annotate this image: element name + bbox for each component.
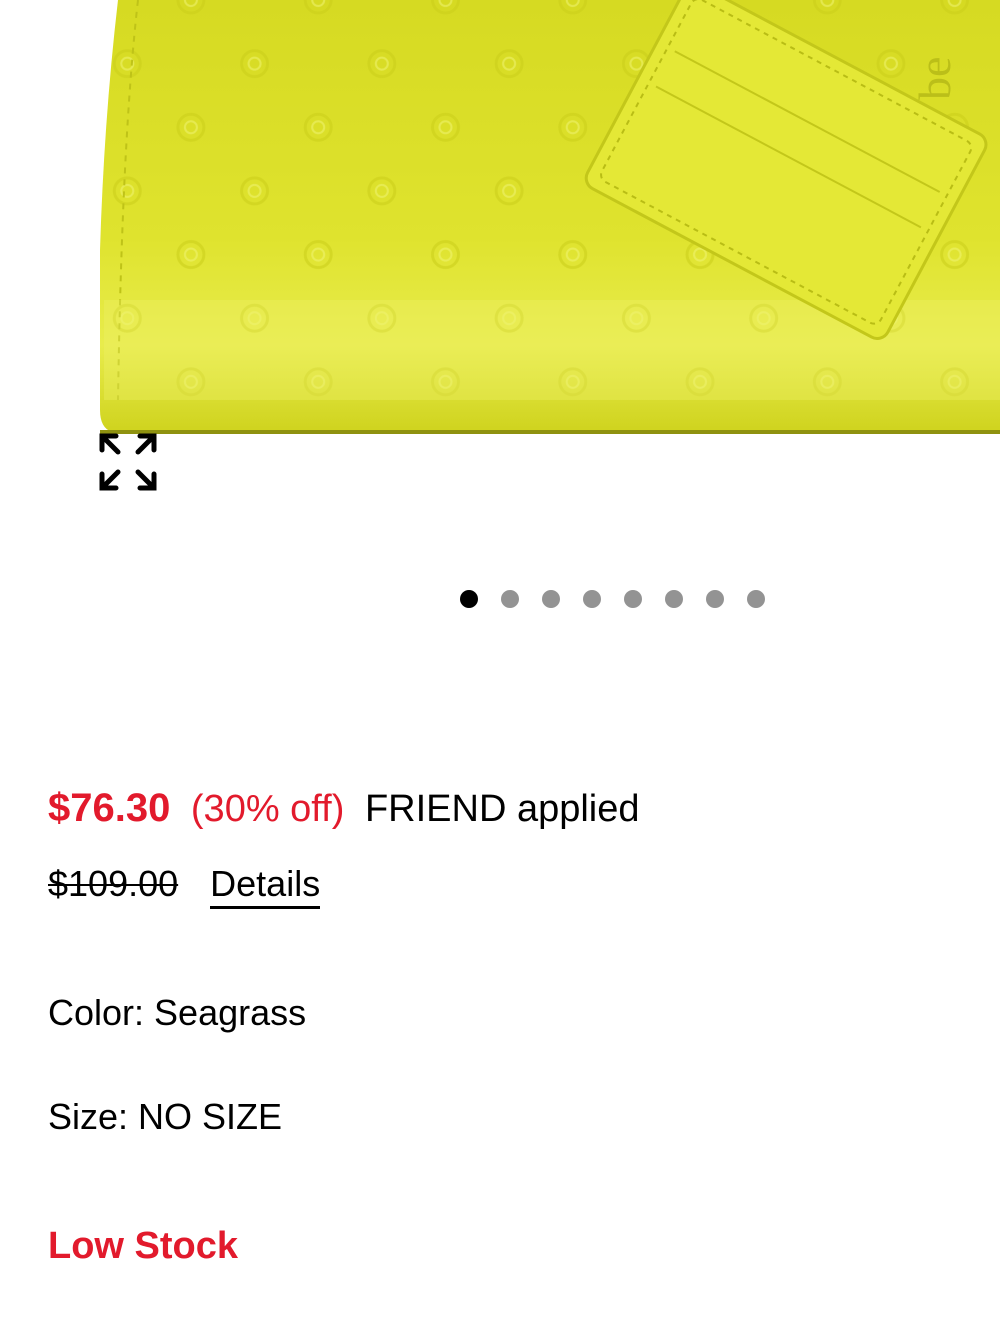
carousel-dot[interactable]: [501, 590, 519, 608]
color-label: Color: Seagrass: [48, 992, 307, 1033]
original-price-row: $109.00 Details: [48, 858, 321, 910]
promo-applied: FRIEND applied: [364, 788, 640, 830]
carousel-dot[interactable]: [460, 590, 478, 608]
expand-icon[interactable]: [96, 430, 160, 494]
product-image[interactable]: be: [0, 0, 1000, 440]
sale-price: $76.30: [48, 786, 171, 830]
carousel-dot[interactable]: [706, 590, 724, 608]
carousel-dot[interactable]: [624, 590, 642, 608]
svg-text:be: be: [909, 57, 960, 100]
carousel-dots: [460, 590, 765, 608]
discount-percent: (30% off): [190, 788, 345, 830]
carousel-dot[interactable]: [747, 590, 765, 608]
stock-status: Low Stock: [48, 1225, 239, 1267]
carousel-dot[interactable]: [583, 590, 601, 608]
original-price: $109.00: [48, 863, 179, 904]
carousel-dot[interactable]: [542, 590, 560, 608]
details-link[interactable]: Details: [210, 863, 321, 909]
size-label: Size: NO SIZE: [48, 1096, 283, 1137]
price-row: $76.30 (30% off) FRIEND applied: [48, 780, 640, 837]
carousel-dot[interactable]: [665, 590, 683, 608]
